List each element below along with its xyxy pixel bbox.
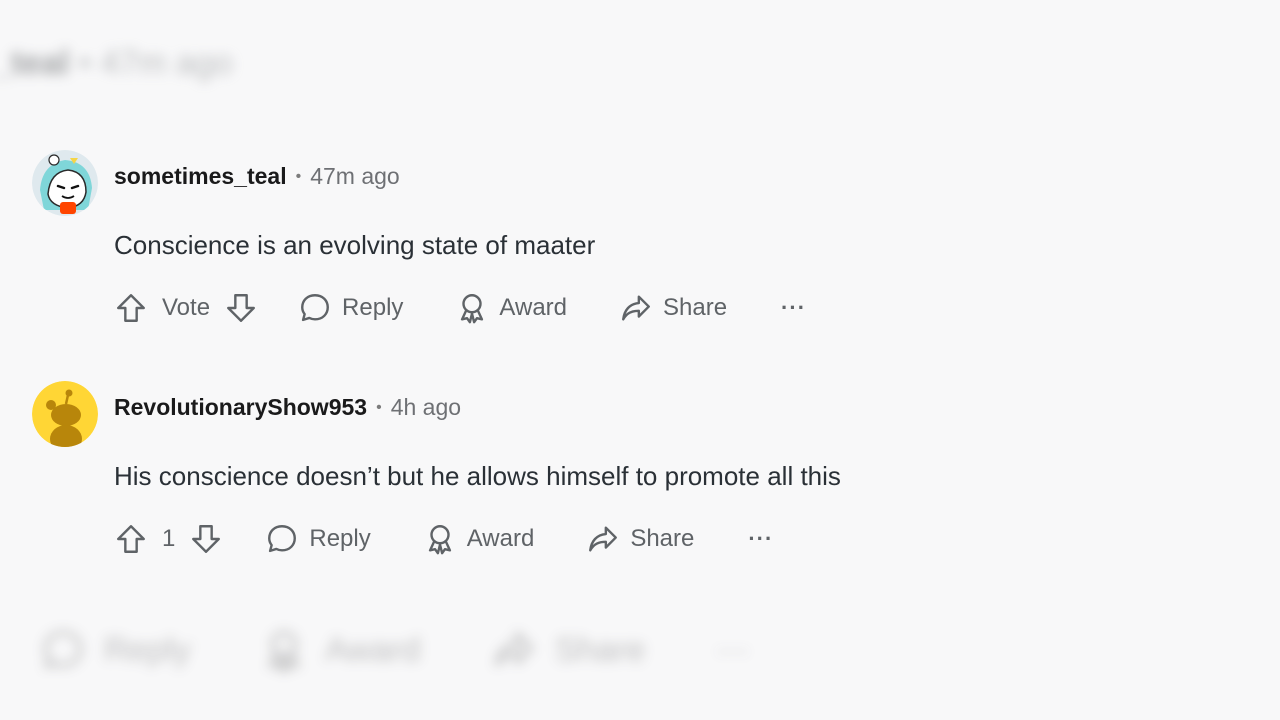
upvote-button[interactable] (112, 520, 150, 558)
comment-body: His conscience doesn’t but he allows him… (114, 461, 841, 491)
comment-actions: 1 Reply Award Share ··· (112, 517, 773, 561)
award-ribbon-icon (267, 630, 301, 673)
blurred-comment-actions: Reply Award Share ··· (40, 620, 749, 680)
blurred-share: Share (491, 627, 646, 673)
more-options-button[interactable]: ··· (781, 295, 806, 321)
upvote-arrow-icon (117, 525, 145, 553)
avatar-snoo-icon (32, 381, 98, 447)
downvote-arrow-icon (227, 294, 256, 322)
avatar[interactable] (32, 150, 98, 216)
upvote-arrow-icon (117, 294, 145, 322)
separator-dot: • (376, 398, 382, 416)
more-options-button[interactable]: ··· (748, 526, 773, 552)
timestamp[interactable]: 4h ago (391, 394, 461, 421)
share-label: Share (630, 525, 695, 552)
blurred-username: _teal (0, 44, 70, 82)
reply-bubble-icon (301, 294, 330, 322)
comment-body: Conscience is an evolving state of maate… (114, 230, 596, 260)
share-button[interactable]: Share (619, 291, 727, 325)
award-label: Award (499, 294, 567, 321)
blurred-separator: • (78, 44, 101, 82)
blurred-more: ··· (715, 630, 750, 669)
reply-bubble-icon (43, 630, 83, 669)
award-button[interactable]: Award (423, 522, 535, 556)
share-label: Share (663, 294, 728, 321)
avatar-snoo-icon (32, 150, 98, 216)
reply-label: Reply (309, 525, 371, 552)
comment-meta: sometimes_teal • 47m ago (114, 163, 400, 190)
upvote-button[interactable] (112, 289, 150, 327)
separator-dot: • (295, 167, 302, 185)
blurred-award: Award (261, 627, 421, 673)
vote-count: 1 (162, 525, 176, 552)
blurred-comment-header: _teal • 47m ago (0, 44, 233, 83)
avatar[interactable] (32, 381, 98, 447)
blurred-time: 47m ago (100, 44, 233, 82)
blurred-reply: Reply (40, 627, 191, 673)
vote-group: Vote (112, 289, 260, 327)
blurred-award-label: Award (324, 630, 421, 669)
share-arrow-icon (494, 630, 534, 667)
award-ribbon-icon (428, 525, 451, 555)
downvote-button[interactable] (187, 520, 225, 558)
comment-actions: Vote Reply Award Share ··· (112, 286, 806, 330)
username[interactable]: RevolutionaryShow953 (114, 394, 367, 421)
reply-button[interactable]: Reply (265, 522, 371, 556)
downvote-button[interactable] (222, 289, 260, 327)
blurred-reply-label: Reply (104, 630, 191, 669)
blurred-share-label: Share (554, 630, 646, 669)
award-button[interactable]: Award (455, 291, 567, 325)
award-label: Award (466, 525, 535, 552)
username[interactable]: sometimes_teal (114, 163, 287, 190)
comment-thread: _teal • 47m ago sometimes_teal • 47m ago… (0, 0, 1280, 720)
share-button[interactable]: Share (586, 522, 694, 556)
vote-group: 1 (112, 520, 225, 558)
share-arrow-icon (622, 295, 650, 321)
downvote-arrow-icon (192, 525, 221, 553)
comment-meta: RevolutionaryShow953 • 4h ago (114, 394, 461, 421)
vote-count: Vote (162, 294, 211, 321)
share-arrow-icon (589, 526, 618, 552)
reply-button[interactable]: Reply (298, 291, 403, 325)
award-ribbon-icon (461, 294, 484, 324)
reply-bubble-icon (268, 525, 297, 553)
reply-label: Reply (342, 294, 404, 321)
timestamp[interactable]: 47m ago (310, 163, 400, 190)
